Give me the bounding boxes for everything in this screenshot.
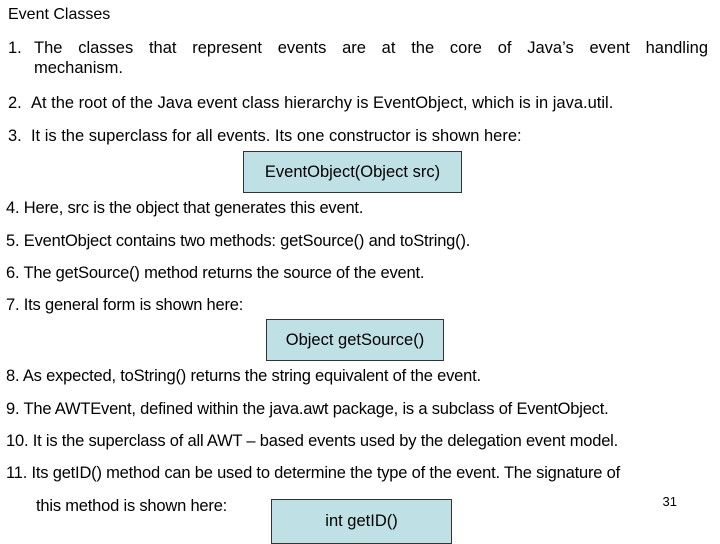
list-item-8: 8. As expected, toString() returns the s… [6, 366, 481, 386]
item-text-continued: mechanism. [34, 59, 123, 77]
item-number: 10. [6, 432, 29, 450]
item-number: 4. [6, 199, 20, 217]
item-number: 1. [8, 39, 22, 57]
list-item-4: 4. Here, src is the object that generate… [6, 198, 363, 218]
item-text: At the root of the Java event class hier… [30, 94, 614, 112]
item-text: Here, src is the object that generates t… [23, 199, 364, 217]
item-text: As expected, toString() returns the stri… [22, 367, 481, 385]
list-item-3: 3. It is the superclass for all events. … [8, 126, 522, 146]
item-number: 5. [6, 232, 20, 250]
item-text: The getSource() method returns the sourc… [23, 264, 425, 282]
item-number: 8. [6, 367, 20, 385]
list-item-2: 2. At the root of the Java event class h… [8, 93, 613, 113]
item-text: It is the superclass for all events. Its… [30, 127, 522, 145]
item-text: Its general form is shown here: [23, 296, 244, 314]
item-text: It is the superclass of all AWT – based … [32, 432, 619, 450]
code-box-get-id: int getID() [271, 499, 452, 544]
item-number: 2. [8, 94, 22, 112]
list-item-6: 6. The getSource() method returns the so… [6, 263, 424, 283]
slide-title: Event Classes [8, 6, 111, 23]
item-number: 9. [6, 400, 20, 418]
item-number: 11. [6, 464, 28, 482]
page-number: 31 [662, 494, 677, 509]
list-item-11: 11. Its getID() method can be used to de… [6, 463, 620, 483]
list-item-10: 10. It is the superclass of all AWT – ba… [6, 431, 618, 451]
item-number: 6. [6, 264, 20, 282]
item-text: The classes that represent events are at… [34, 39, 708, 57]
list-item-5: 5. EventObject contains two methods: get… [6, 231, 470, 251]
item-text: The AWTEvent, defined within the java.aw… [23, 400, 609, 418]
list-item-9: 9. The AWTEvent, defined within the java… [6, 399, 609, 419]
code-box-constructor: EventObject(Object src) [243, 151, 462, 193]
list-item-7: 7. Its general form is shown here: [6, 295, 243, 315]
item-text: EventObject contains two methods: getSou… [23, 232, 471, 250]
list-item-11-continued: this method is shown here: [36, 497, 228, 515]
code-box-get-source: Object getSource() [266, 319, 444, 361]
item-text: Its getID() method can be used to determ… [31, 464, 621, 482]
item-number: 7. [6, 296, 20, 314]
item-number: 3. [8, 127, 22, 145]
list-item-1: 1. The classes that represent events are… [8, 38, 708, 78]
